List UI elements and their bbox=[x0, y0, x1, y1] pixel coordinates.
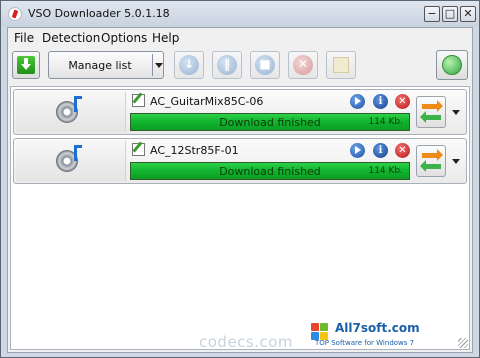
row-options-dropdown[interactable] bbox=[448, 145, 464, 177]
download-row[interactable]: AC_GuitarMix85C-06 i ✕ Download finished… bbox=[13, 89, 467, 135]
window-title: VSO Downloader 5.0.1.18 bbox=[28, 7, 170, 20]
convert-arrow-icon bbox=[420, 160, 441, 172]
codecs-watermark: codecs.com bbox=[199, 333, 294, 351]
music-note-icon bbox=[74, 145, 82, 161]
menu-bar: File Detection Options Help bbox=[8, 28, 472, 48]
client-area: File Detection Options Help Manage list … bbox=[7, 27, 473, 353]
file-name: AC_GuitarMix85C-06 bbox=[150, 95, 264, 108]
row-options-dropdown[interactable] bbox=[448, 96, 464, 128]
info-icon[interactable]: i bbox=[373, 143, 388, 158]
chevron-down-icon[interactable] bbox=[155, 63, 163, 68]
download-button[interactable]: ↓ bbox=[174, 51, 204, 79]
download-row[interactable]: AC_12Str85F-01 i ✕ Download finished 114… bbox=[13, 138, 467, 184]
app-logo-icon bbox=[8, 7, 22, 21]
app-window: VSO Downloader 5.0.1.18 − □ ✕ File Detec… bbox=[0, 0, 480, 358]
title-bar[interactable]: VSO Downloader 5.0.1.18 − □ ✕ bbox=[1, 1, 479, 27]
download-status: Download finished bbox=[219, 116, 321, 129]
play-icon[interactable] bbox=[350, 143, 365, 158]
brand-watermark: All7soft.com TOP Software for Windows 7 bbox=[311, 321, 461, 351]
audio-thumbnail bbox=[16, 92, 126, 132]
download-status: Download finished bbox=[219, 165, 321, 178]
convert-arrow-icon bbox=[422, 149, 443, 161]
menu-file[interactable]: File bbox=[14, 31, 34, 45]
brand-tagline: TOP Software for Windows 7 bbox=[315, 339, 415, 347]
minimize-button[interactable]: − bbox=[424, 6, 440, 22]
music-note-icon bbox=[74, 96, 82, 112]
rename-icon[interactable] bbox=[132, 94, 145, 107]
close-button[interactable]: ✕ bbox=[460, 6, 476, 22]
maximize-button[interactable]: □ bbox=[442, 6, 458, 22]
download-progress-bar: Download finished 114 Kb. bbox=[130, 113, 410, 131]
add-download-button[interactable] bbox=[12, 51, 40, 79]
convert-arrow-icon bbox=[422, 100, 443, 112]
convert-arrow-icon bbox=[420, 111, 441, 123]
web-button[interactable] bbox=[436, 50, 468, 80]
download-green-icon bbox=[17, 56, 35, 74]
delete-glyph: ✕ bbox=[297, 57, 309, 71]
globe-icon bbox=[442, 55, 462, 75]
download-glyph: ↓ bbox=[183, 57, 195, 71]
manage-list-label: Manage list bbox=[68, 59, 132, 72]
download-size: 114 Kb. bbox=[368, 166, 403, 176]
convert-button[interactable] bbox=[416, 145, 446, 177]
toolbar: Manage list ↓ ‖ ■ ✕ bbox=[8, 48, 472, 84]
clear-list-icon bbox=[333, 57, 349, 73]
info-icon[interactable]: i bbox=[373, 94, 388, 109]
stop-button[interactable]: ■ bbox=[250, 51, 280, 79]
stop-glyph: ■ bbox=[259, 57, 271, 71]
menu-help[interactable]: Help bbox=[152, 31, 179, 45]
audio-thumbnail bbox=[16, 141, 126, 181]
download-progress-bar: Download finished 114 Kb. bbox=[130, 162, 410, 180]
menu-options[interactable]: Options bbox=[101, 31, 147, 45]
download-list[interactable]: AC_GuitarMix85C-06 i ✕ Download finished… bbox=[10, 86, 470, 351]
dropdown-separator bbox=[152, 54, 153, 76]
remove-icon[interactable]: ✕ bbox=[395, 94, 410, 109]
clear-list-button[interactable] bbox=[326, 51, 356, 79]
rename-icon[interactable] bbox=[132, 143, 145, 156]
play-icon[interactable] bbox=[350, 94, 365, 109]
manage-list-dropdown[interactable]: Manage list bbox=[48, 51, 164, 79]
remove-icon[interactable]: ✕ bbox=[395, 143, 410, 158]
convert-button[interactable] bbox=[416, 96, 446, 128]
pause-button[interactable]: ‖ bbox=[212, 51, 242, 79]
download-size: 114 Kb. bbox=[368, 117, 403, 127]
file-name: AC_12Str85F-01 bbox=[150, 144, 239, 157]
delete-button[interactable]: ✕ bbox=[288, 51, 318, 79]
pause-glyph: ‖ bbox=[224, 57, 230, 71]
menu-detection[interactable]: Detection bbox=[42, 31, 100, 45]
brand-name: All7soft.com bbox=[335, 321, 420, 335]
